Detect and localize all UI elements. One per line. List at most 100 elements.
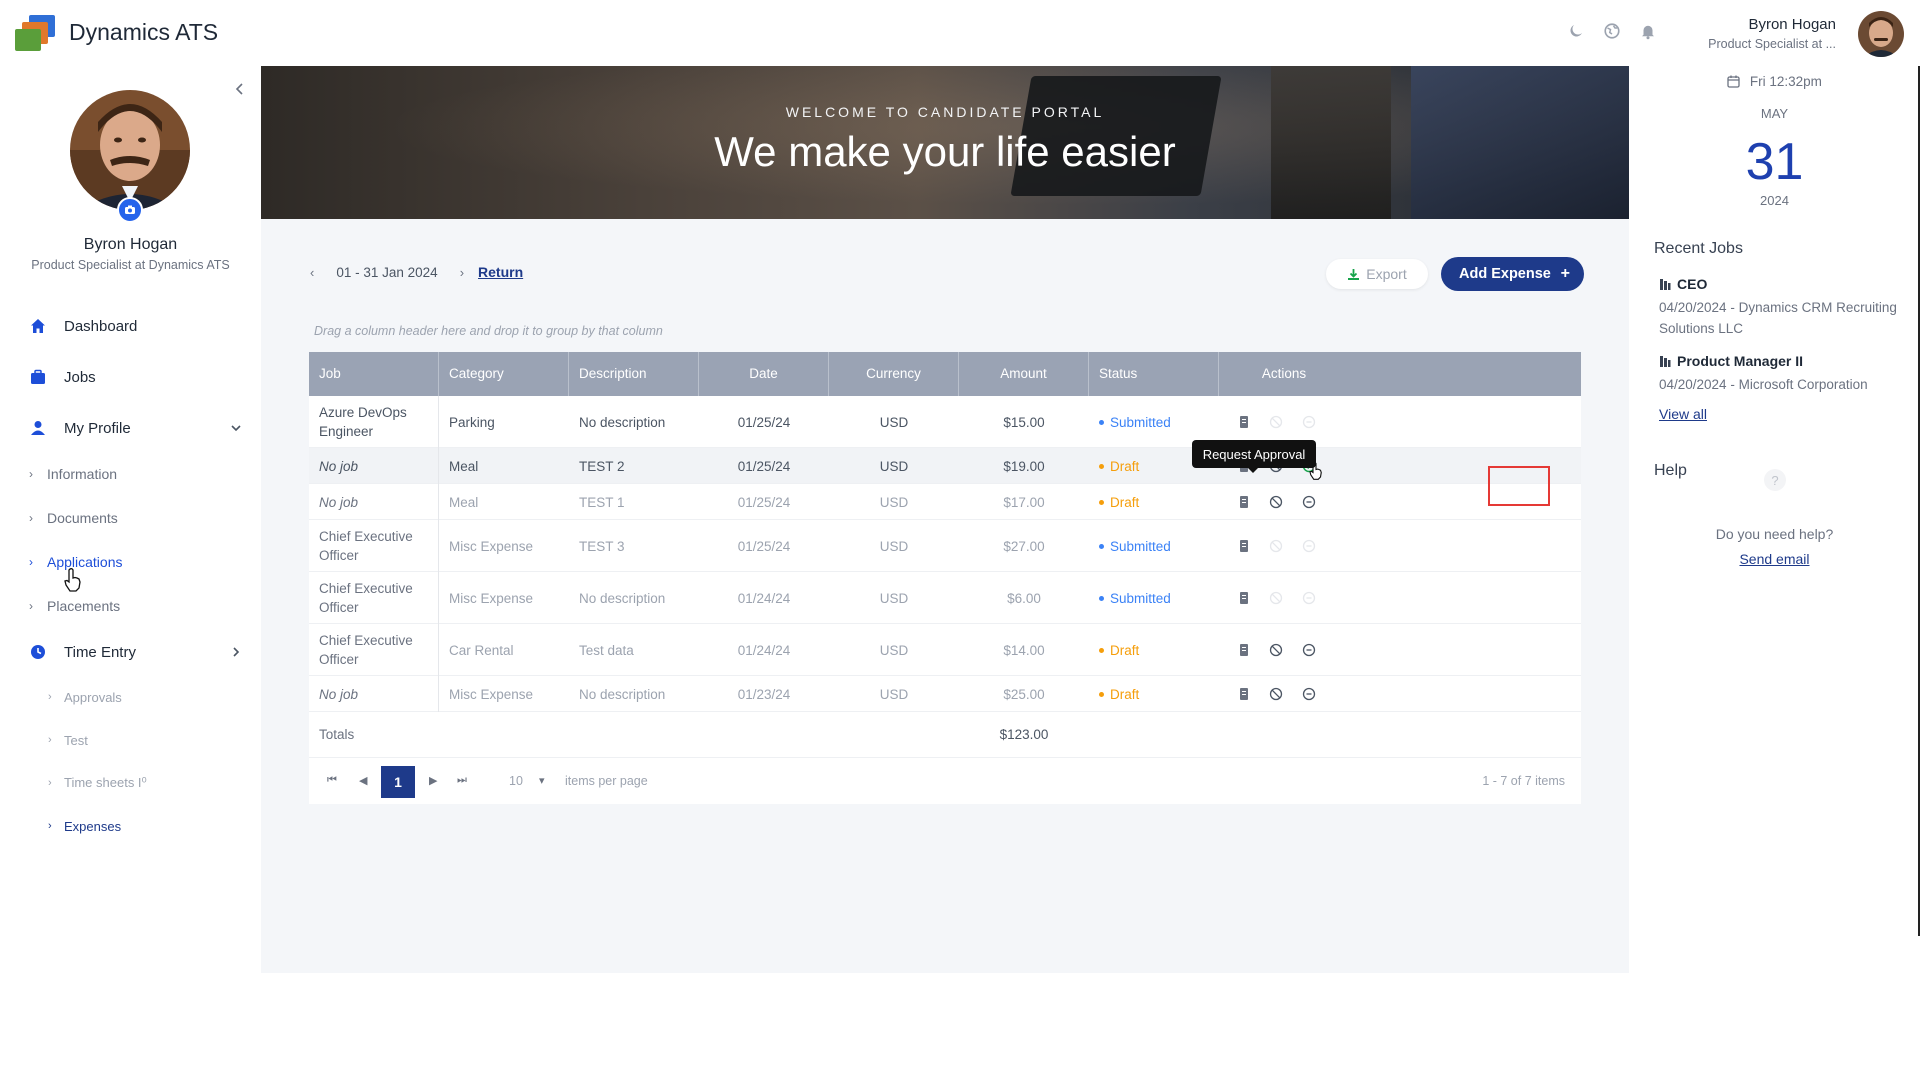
request-approval-icon[interactable] <box>1302 495 1316 509</box>
view-document-icon[interactable] <box>1237 591 1251 605</box>
cell-category: Misc Expense <box>439 520 569 572</box>
sidebar-item-label: My Profile <box>64 419 131 437</box>
cell-date: 01/25/24 <box>699 520 829 572</box>
column-header-currency[interactable]: Currency <box>829 352 959 396</box>
cell-job: Azure DevOps Engineer <box>309 396 439 448</box>
column-header-job[interactable]: Job <box>309 352 439 396</box>
cell-amount-text: $14.00 <box>1003 642 1045 658</box>
top-user-avatar[interactable] <box>1858 11 1904 57</box>
column-header-status[interactable]: Status <box>1089 352 1219 396</box>
table-row[interactable]: Chief Executive Officer Car Rental Test da… <box>309 624 1581 676</box>
profile-avatar[interactable] <box>70 90 190 210</box>
recent-job-name: CEO <box>1677 276 1708 292</box>
table-row[interactable]: No job Meal TEST 1 01/25/24 USD $17.00 Draft <box>309 484 1581 520</box>
change-photo-camera-icon[interactable] <box>117 197 143 223</box>
view-document-icon[interactable] <box>1237 643 1251 657</box>
view-document-icon[interactable] <box>1237 687 1251 701</box>
cell-job: Chief Executive Officer <box>309 520 439 572</box>
sidebar-subitem-placements[interactable]: › Placements <box>0 591 261 621</box>
cell-date-text: 01/25/24 <box>737 538 791 554</box>
sidebar-item-label: Dashboard <box>64 317 138 335</box>
sidebar-subitem-expenses[interactable]: › Expenses <box>0 811 261 841</box>
cancel-expense-icon[interactable] <box>1269 539 1283 553</box>
cell-date-text: 01/25/24 <box>737 414 791 430</box>
table-row[interactable]: No job Meal TEST 2 01/25/24 USD $19.00 Draft <box>309 448 1581 484</box>
page-size-select[interactable]: 10 <box>509 774 523 788</box>
request-approval-icon[interactable] <box>1302 687 1316 701</box>
table-row[interactable]: Chief Executive Officer Misc Expense No de… <box>309 572 1581 624</box>
prev-period-chevron-icon[interactable]: ‹ <box>310 265 314 280</box>
sidebar-item-my-profile[interactable]: My Profile <box>0 410 261 446</box>
group-by-hint[interactable]: Drag a column header here and drop it to… <box>314 324 663 338</box>
cell-job-text: No job <box>319 494 359 510</box>
cancel-expense-icon[interactable] <box>1269 591 1283 605</box>
first-page-icon[interactable]: ⏮ <box>327 774 337 787</box>
sidebar-subitem-applications[interactable]: › Applications <box>0 547 261 577</box>
calendar-month: MAY <box>1760 106 1789 121</box>
send-email-link[interactable]: Send email <box>1629 551 1920 567</box>
cell-currency-text: USD <box>879 458 909 474</box>
collapse-sidebar-chevron-left-icon[interactable] <box>233 82 247 96</box>
sidebar-item-label: Jobs <box>64 368 96 386</box>
dark-mode-moon-icon[interactable] <box>1567 22 1585 40</box>
app-logo[interactable] <box>15 15 59 53</box>
return-link[interactable]: Return <box>478 264 523 280</box>
language-globe-icon[interactable] <box>1603 22 1621 40</box>
cell-currency: USD <box>829 396 959 448</box>
recent-job-card[interactable]: CEO 04/20/2024 - Dynamics CRM Recruiting… <box>1659 276 1909 339</box>
cell-category-text: Car Rental <box>449 642 514 658</box>
cell-currency-text: USD <box>879 642 909 658</box>
column-header-description[interactable]: Description <box>569 352 699 396</box>
cell-amount: $17.00 <box>959 484 1089 520</box>
sidebar-subitem-test[interactable]: › Test <box>0 725 261 755</box>
cell-category: Misc Expense <box>439 572 569 624</box>
view-document-icon[interactable] <box>1237 495 1251 509</box>
column-header-category[interactable]: Category <box>439 352 569 396</box>
cancel-expense-icon[interactable] <box>1269 495 1283 509</box>
column-header-date[interactable]: Date <box>699 352 829 396</box>
sidebar-subitem-approvals[interactable]: › Approvals <box>0 682 261 712</box>
cancel-expense-icon[interactable] <box>1269 643 1283 657</box>
notifications-bell-icon[interactable] <box>1639 22 1657 40</box>
view-all-jobs-link[interactable]: View all <box>1659 406 1707 422</box>
add-expense-button[interactable]: Add Expense + <box>1441 257 1584 291</box>
recent-job-card[interactable]: Product Manager II 04/20/2024 - Microsof… <box>1659 353 1909 395</box>
table-row[interactable]: Chief Executive Officer Misc Expense TEST … <box>309 520 1581 572</box>
banner-subtitle: WELCOME TO CANDIDATE PORTAL <box>785 104 1105 120</box>
add-expense-label: Add Expense <box>1459 266 1551 282</box>
view-document-icon[interactable] <box>1237 415 1251 429</box>
cell-description: No description <box>569 676 699 712</box>
next-period-chevron-icon[interactable]: › <box>460 265 464 280</box>
current-page-button[interactable]: 1 <box>381 766 415 798</box>
top-user-info[interactable]: Byron Hogan Product Specialist at ... <box>1708 16 1836 51</box>
status-dot <box>1099 647 1104 653</box>
cancel-expense-icon[interactable] <box>1269 687 1283 701</box>
cell-description-text: No description <box>579 590 666 606</box>
cancel-expense-icon[interactable] <box>1269 415 1283 429</box>
sidebar-item-time-entry[interactable]: Time Entry <box>0 634 261 670</box>
view-document-icon[interactable] <box>1237 539 1251 553</box>
prev-page-icon[interactable]: ◀ <box>359 774 367 787</box>
export-button[interactable]: Export <box>1326 259 1428 289</box>
sidebar-item-jobs[interactable]: Jobs <box>0 359 261 395</box>
cell-amount-text: $17.00 <box>1003 494 1045 510</box>
last-page-icon[interactable]: ⏭ <box>457 774 467 787</box>
table-row[interactable]: No job Misc Expense No description 01/23/24… <box>309 676 1581 712</box>
request-approval-icon[interactable] <box>1302 643 1316 657</box>
table-row[interactable]: Azure DevOps Engineer Parking No descripti… <box>309 396 1581 448</box>
page-size-dropdown-icon[interactable]: ▾ <box>539 774 545 787</box>
column-header-actions[interactable]: Actions <box>1219 352 1349 396</box>
request-approval-icon[interactable] <box>1302 539 1316 553</box>
sidebar-subitem-information[interactable]: › Information <box>0 459 261 489</box>
request-approval-icon[interactable] <box>1302 591 1316 605</box>
column-header-amount[interactable]: Amount <box>959 352 1089 396</box>
date-range-label[interactable]: 01 - 31 Jan 2024 <box>336 265 437 280</box>
sidebar-subitem-time-sheets[interactable]: › Time sheets I⁰ <box>0 768 261 798</box>
next-page-icon[interactable]: ▶ <box>429 774 437 787</box>
status-dot <box>1099 499 1104 505</box>
sidebar-item-dashboard[interactable]: Dashboard <box>0 308 261 344</box>
totals-row: Totals $123.00 <box>309 712 1581 758</box>
status-badge: Draft <box>1110 458 1140 474</box>
request-approval-icon[interactable] <box>1302 415 1316 429</box>
sidebar-subitem-documents[interactable]: › Documents <box>0 503 261 533</box>
